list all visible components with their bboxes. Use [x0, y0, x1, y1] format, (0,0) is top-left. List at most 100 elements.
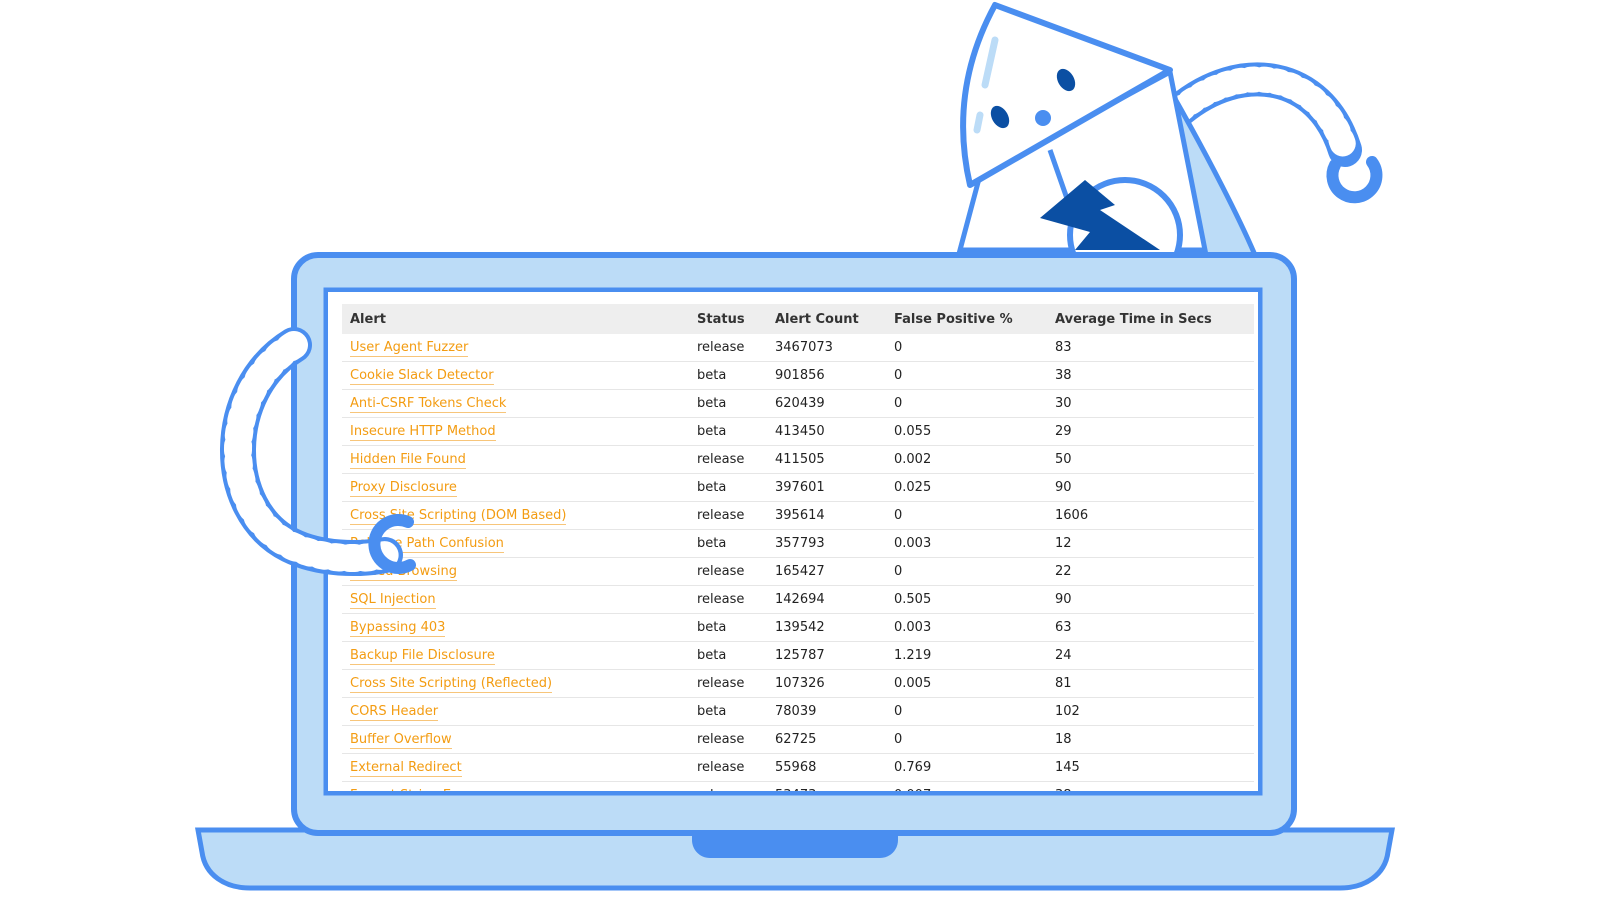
alert-link[interactable]: Buffer Overflow [350, 732, 452, 749]
alert-link[interactable]: CORS Header [350, 704, 439, 721]
cell-status: beta [689, 389, 767, 418]
cell-alert-count: 139542 [767, 613, 886, 642]
table-row: Hidden File Found release 411505 0.002 50 [342, 445, 1254, 474]
cell-alert: External Redirect [342, 753, 689, 782]
header-average-time[interactable]: Average Time in Secs [1047, 304, 1254, 334]
cell-alert-count: 165427 [767, 557, 886, 586]
cell-alert-count: 357793 [767, 529, 886, 558]
alerts-table: Alert Status Alert Count False Positive … [342, 304, 1254, 791]
cell-alert: Anti-CSRF Tokens Check [342, 389, 689, 418]
table-row: Relative Path Confusion beta 357793 0.003 12 [342, 529, 1254, 558]
cell-alert: Buffer Overflow [342, 725, 689, 754]
cell-average-time: 30 [1047, 389, 1254, 418]
cell-status: release [689, 753, 767, 782]
cell-alert-count: 142694 [767, 585, 886, 614]
cell-alert: User Agent Fuzzer [342, 334, 689, 362]
cell-alert-count: 901856 [767, 361, 886, 390]
alert-link[interactable]: Proxy Disclosure [350, 480, 457, 497]
cell-false-positive: 0 [886, 361, 1047, 390]
cell-status: beta [689, 697, 767, 726]
alert-link[interactable]: Cookie Slack Detector [350, 368, 494, 385]
cell-alert-count: 53473 [767, 781, 886, 791]
alerts-table-body: User Agent Fuzzer release 3467073 0 83 Cookie… [342, 334, 1254, 791]
cell-average-time: 50 [1047, 445, 1254, 474]
cell-alert: Cross Site Scripting (Reflected) [342, 669, 689, 698]
cell-alert: Format String Error [342, 781, 689, 791]
illustration-scene: Alert Status Alert Count False Positive … [0, 0, 1600, 900]
table-header-row: Alert Status Alert Count False Positive … [342, 304, 1254, 334]
alert-link[interactable]: Hidden File Found [350, 452, 466, 469]
table-row: Cookie Slack Detector beta 901856 0 38 [342, 361, 1254, 390]
laptop-base [195, 827, 1395, 891]
cell-status: release [689, 501, 767, 530]
header-alert[interactable]: Alert [342, 304, 689, 334]
cell-alert: Cross Site Scripting (DOM Based) [342, 501, 689, 530]
alert-link[interactable]: User Agent Fuzzer [350, 340, 469, 357]
cell-status: beta [689, 473, 767, 502]
cell-alert-count: 62725 [767, 725, 886, 754]
cell-alert: Relative Path Confusion [342, 529, 689, 558]
table-row: Buffer Overflow release 62725 0 18 [342, 725, 1254, 754]
cell-alert-count: 620439 [767, 389, 886, 418]
cell-alert-count: 413450 [767, 417, 886, 446]
cell-status: beta [689, 361, 767, 390]
alert-link[interactable]: Cross Site Scripting (Reflected) [350, 676, 553, 693]
header-false-positive[interactable]: False Positive % [886, 304, 1047, 334]
table-row: CORS Header beta 78039 0 102 [342, 697, 1254, 726]
cell-false-positive: 0.005 [886, 669, 1047, 698]
cell-status: release [689, 725, 767, 754]
alert-link[interactable]: Forced Browsing [350, 564, 457, 581]
table-row: Cross Site Scripting (DOM Based) release 3… [342, 501, 1254, 530]
alert-link[interactable]: Cross Site Scripting (DOM Based) [350, 508, 567, 525]
header-status[interactable]: Status [689, 304, 767, 334]
cell-status: release [689, 781, 767, 791]
cell-alert: Cookie Slack Detector [342, 361, 689, 390]
cell-alert-count: 55968 [767, 753, 886, 782]
cell-status: release [689, 585, 767, 614]
table-row: Insecure HTTP Method beta 413450 0.055 29 [342, 417, 1254, 446]
table-row: Forced Browsing release 165427 0 22 [342, 557, 1254, 586]
alert-link[interactable]: Bypassing 403 [350, 620, 446, 637]
alert-link[interactable]: Relative Path Confusion [350, 536, 504, 553]
cell-alert-count: 397601 [767, 473, 886, 502]
alert-link[interactable]: Format String Error [350, 788, 475, 791]
cell-false-positive: 0.007 [886, 781, 1047, 791]
cell-false-positive: 0 [886, 697, 1047, 726]
table-row: Proxy Disclosure beta 397601 0.025 90 [342, 473, 1254, 502]
cell-false-positive: 0.055 [886, 417, 1047, 446]
cell-average-time: 12 [1047, 529, 1254, 558]
cell-alert: Forced Browsing [342, 557, 689, 586]
alert-link[interactable]: Backup File Disclosure [350, 648, 495, 665]
cell-alert-count: 395614 [767, 501, 886, 530]
cell-false-positive: 0 [886, 557, 1047, 586]
cell-status: beta [689, 529, 767, 558]
table-row: SQL Injection release 142694 0.505 90 [342, 585, 1254, 614]
cell-alert: SQL Injection [342, 585, 689, 614]
table-row: User Agent Fuzzer release 3467073 0 83 [342, 334, 1254, 362]
cell-alert-count: 107326 [767, 669, 886, 698]
cell-alert-count: 78039 [767, 697, 886, 726]
cell-average-time: 145 [1047, 753, 1254, 782]
cell-false-positive: 0 [886, 501, 1047, 530]
cell-alert: Hidden File Found [342, 445, 689, 474]
cell-average-time: 18 [1047, 725, 1254, 754]
cell-alert-count: 411505 [767, 445, 886, 474]
cell-alert-count: 3467073 [767, 334, 886, 362]
header-alert-count[interactable]: Alert Count [767, 304, 886, 334]
cell-false-positive: 0 [886, 725, 1047, 754]
alert-link[interactable]: Insecure HTTP Method [350, 424, 496, 441]
cell-false-positive: 0.505 [886, 585, 1047, 614]
cell-average-time: 90 [1047, 473, 1254, 502]
cell-false-positive: 0.002 [886, 445, 1047, 474]
cell-average-time: 81 [1047, 669, 1254, 698]
alert-link[interactable]: External Redirect [350, 760, 462, 777]
alert-link[interactable]: SQL Injection [350, 592, 436, 609]
laptop-screen: Alert Status Alert Count False Positive … [328, 292, 1258, 791]
cell-alert: Insecure HTTP Method [342, 417, 689, 446]
alert-link[interactable]: Anti-CSRF Tokens Check [350, 396, 507, 413]
cell-status: beta [689, 613, 767, 642]
cell-false-positive: 1.219 [886, 641, 1047, 670]
cell-false-positive: 0.003 [886, 613, 1047, 642]
cell-average-time: 102 [1047, 697, 1254, 726]
cell-average-time: 22 [1047, 557, 1254, 586]
